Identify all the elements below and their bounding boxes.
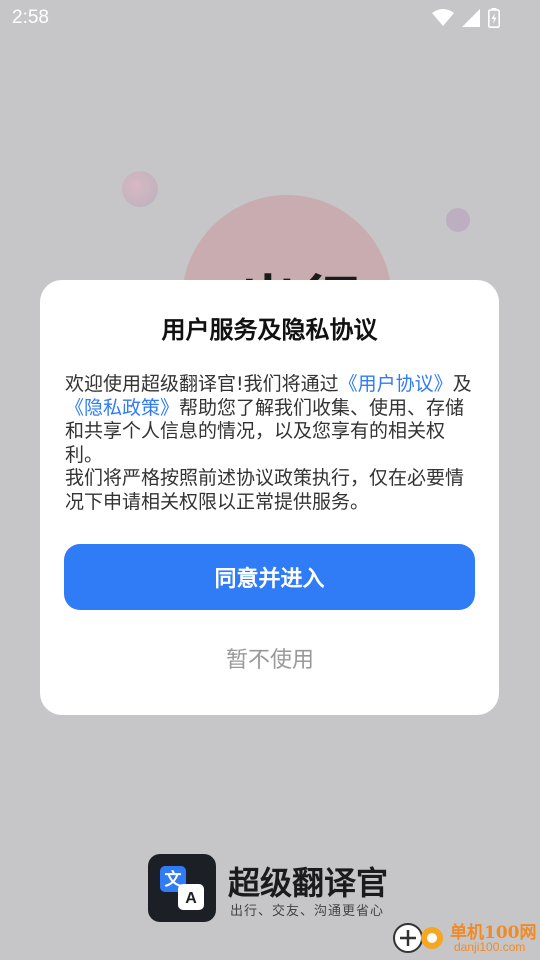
- body-text: 及: [452, 373, 472, 395]
- watermark: 单机100网 danji100.com: [392, 918, 540, 960]
- status-time: 2:58: [12, 7, 49, 28]
- watermark-en: danji100.com: [454, 940, 526, 954]
- decorative-bubble: [122, 171, 158, 207]
- status-bar: 2:58: [0, 0, 540, 36]
- dialog-title: 用户服务及隐私协议: [161, 316, 378, 344]
- signal-icon: [462, 9, 480, 27]
- dialog-body: 欢迎使用超级翻译官!我们将通过《用户协议》及《隐私政策》帮助您了解我们收集、使用…: [65, 373, 475, 514]
- user-agreement-link[interactable]: 《用户协议》: [339, 373, 453, 395]
- body-text: 我们将严格按照前述协议政策执行，仅在必要情况下申请相关权限以正常提供服务。: [65, 467, 465, 513]
- privacy-dialog: 用户服务及隐私协议 欢迎使用超级翻译官!我们将通过《用户协议》及《隐私政策》帮助…: [40, 280, 499, 715]
- decorative-bubble: [446, 208, 470, 232]
- brand-slogan: 出行、交友、沟通更省心: [230, 904, 385, 919]
- translate-icon: 文 A: [160, 866, 204, 910]
- body-text: 欢迎使用超级翻译官!我们将通过: [65, 373, 339, 395]
- watermark-logo-icon: [393, 923, 443, 953]
- wifi-icon: [432, 9, 454, 26]
- privacy-policy-link[interactable]: 《隐私政策》: [65, 397, 179, 419]
- agree-and-enter-button[interactable]: 同意并进入: [64, 544, 475, 610]
- battery-charging-icon: [488, 8, 500, 28]
- brand-name: 超级翻译官: [228, 864, 389, 902]
- brand-footer: 文 A 超级翻译官 出行、交友、沟通更省心: [148, 852, 398, 924]
- status-icons: [432, 8, 500, 28]
- decline-button[interactable]: 暂不使用: [170, 638, 370, 678]
- app-logo-icon: 文 A: [148, 854, 216, 922]
- logo-glyph: A: [185, 890, 197, 907]
